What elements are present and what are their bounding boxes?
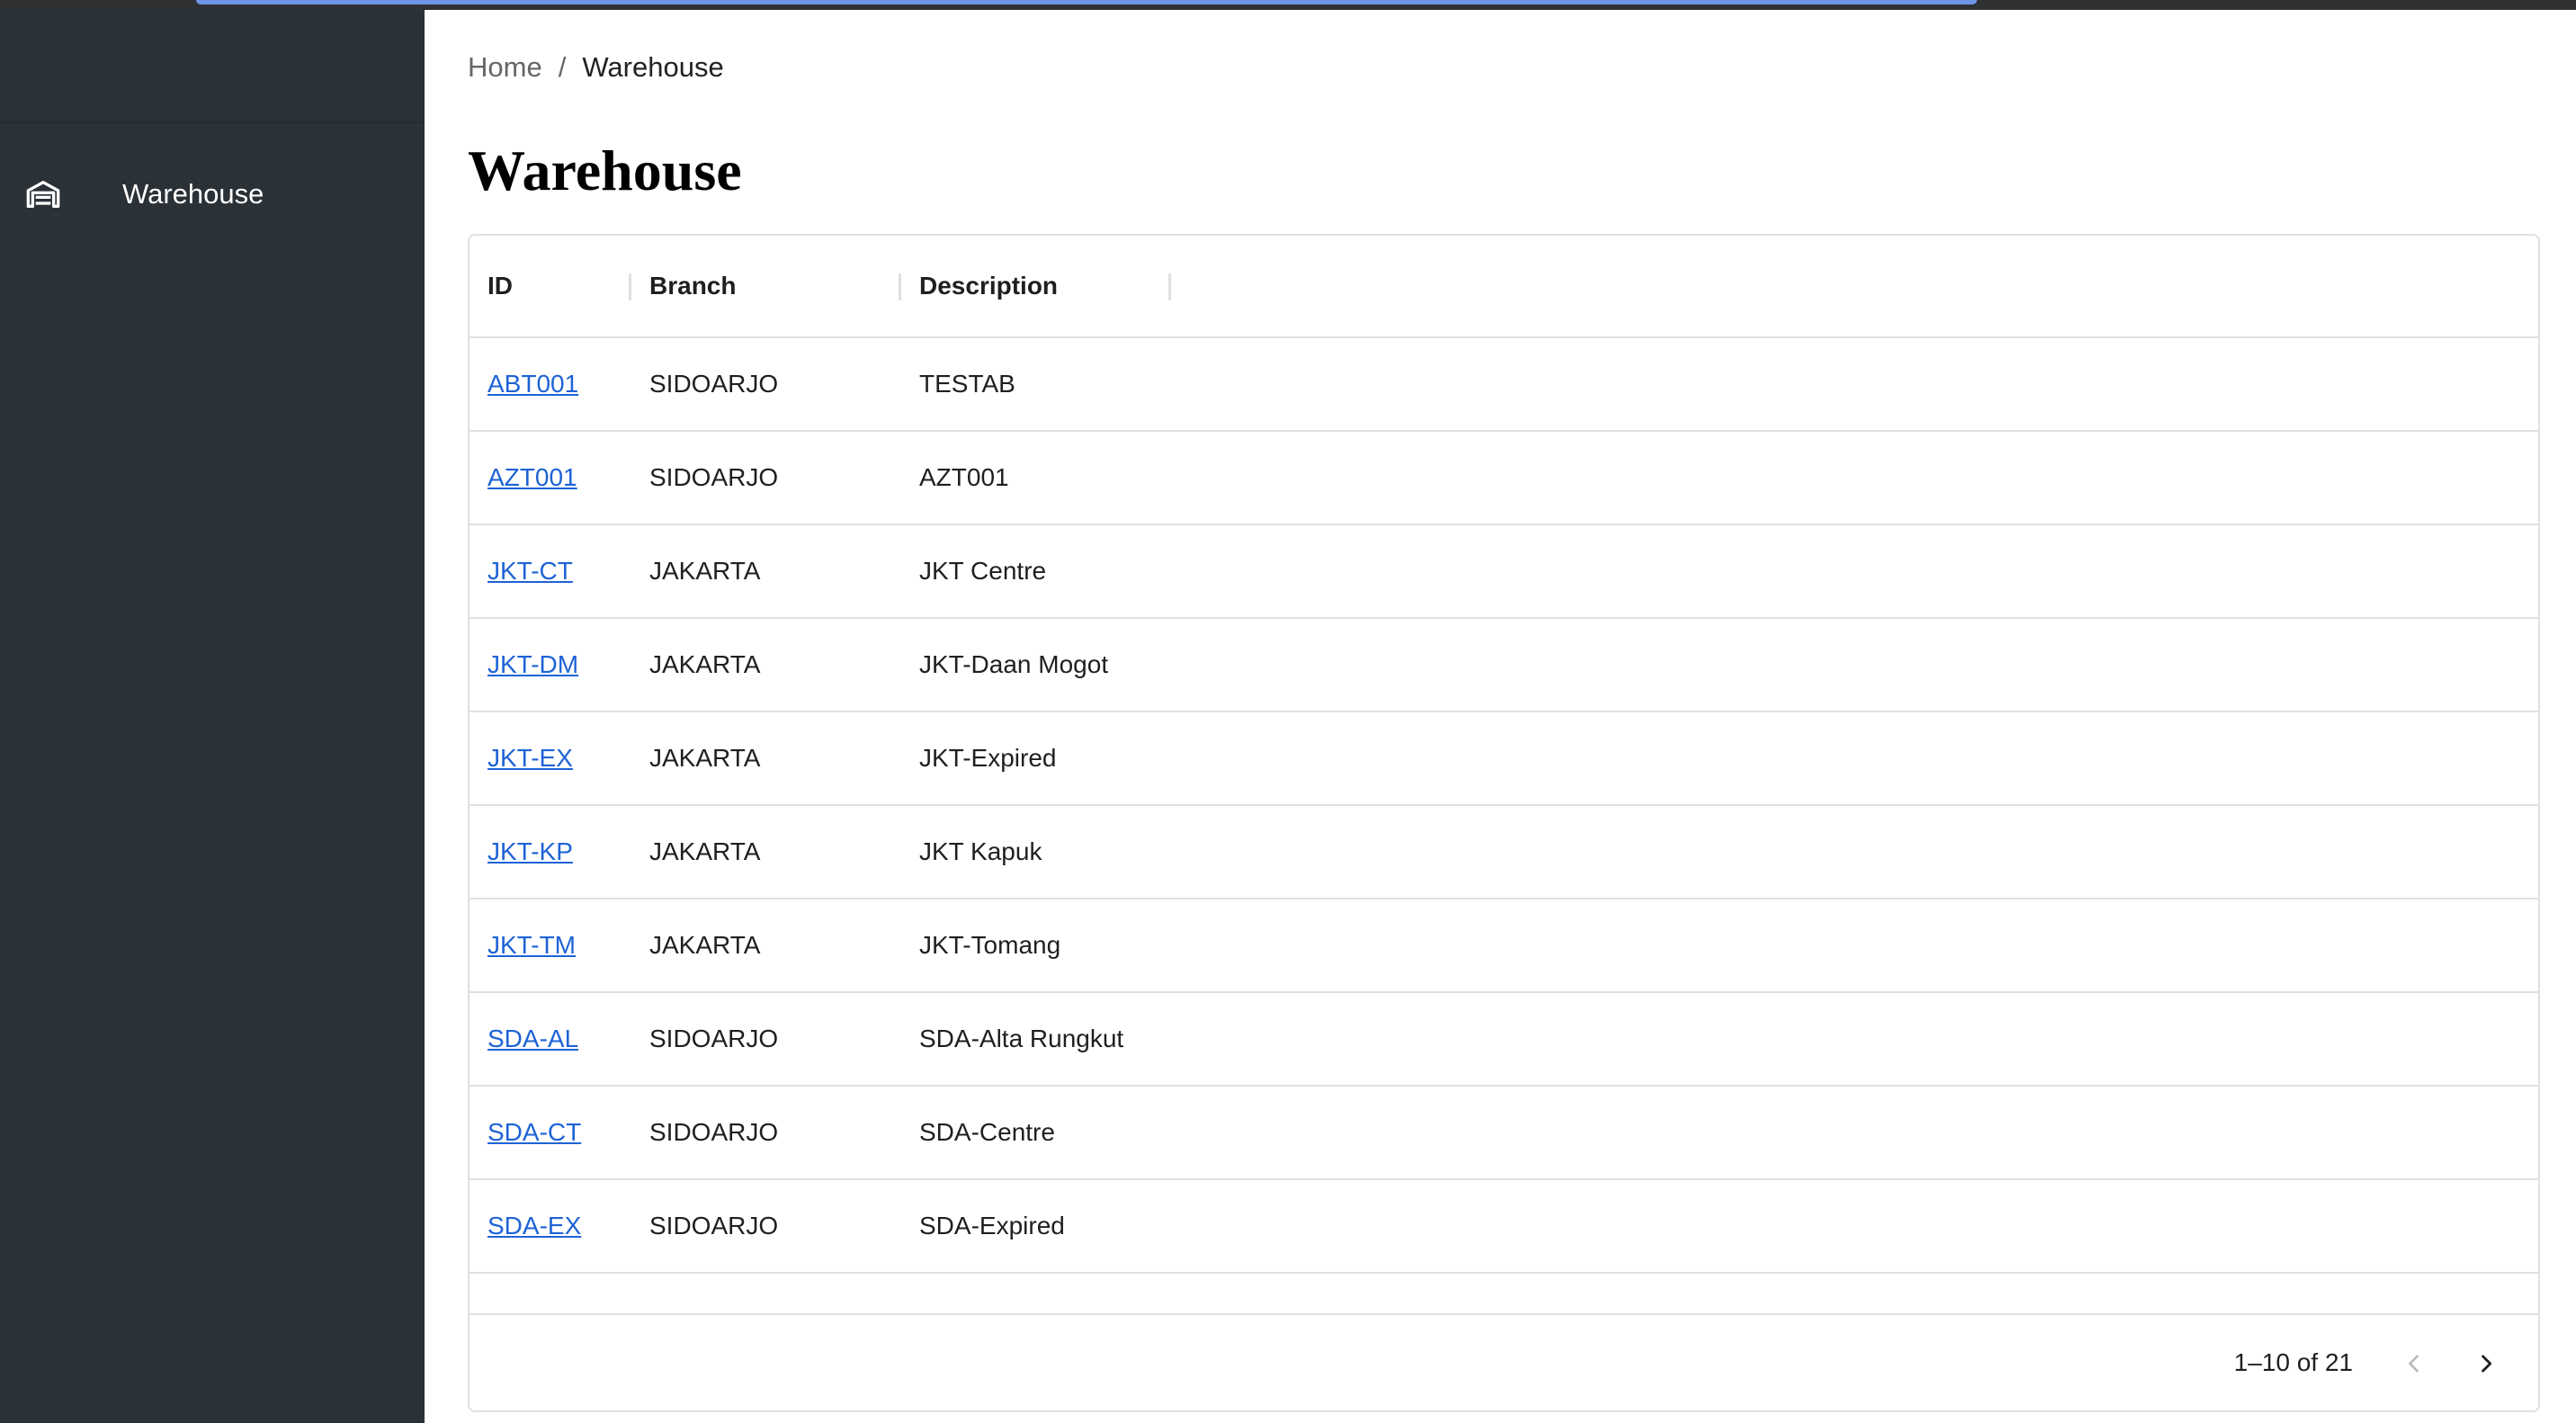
cell-id: SDA-CT bbox=[487, 1087, 581, 1178]
cell-branch: JAKARTA bbox=[649, 837, 761, 865]
warehouse-id-link[interactable]: SDA-EX bbox=[487, 1212, 581, 1240]
cell-branch: JAKARTA bbox=[649, 931, 761, 959]
table-row[interactable]: AZT001 SIDOARJO AZT001 bbox=[470, 432, 2538, 525]
sidebar-item-label: Warehouse bbox=[122, 178, 264, 210]
table-row[interactable]: SDA-EX SIDOARJO SDA-Expired bbox=[470, 1180, 2538, 1274]
table-footer: 1–10 of 21 bbox=[470, 1313, 2538, 1410]
breadcrumb: Home / Warehouse bbox=[468, 49, 724, 85]
cell-description: JKT Centre bbox=[919, 557, 1047, 585]
cell-branch: SIDOARJO bbox=[649, 463, 779, 491]
warehouse-id-link[interactable]: JKT-CT bbox=[487, 557, 573, 585]
sidebar-item-warehouse[interactable]: Warehouse bbox=[0, 160, 425, 227]
warehouse-id-link[interactable]: JKT-EX bbox=[487, 744, 573, 772]
warehouse-table: ID Branch Description ABT001 SIDOARJO TEST… bbox=[468, 234, 2540, 1412]
cell-id: JKT-EX bbox=[487, 712, 573, 804]
breadcrumb-current: Warehouse bbox=[582, 51, 724, 83]
next-page-button[interactable] bbox=[2464, 1342, 2508, 1385]
cell-branch: SIDOARJO bbox=[649, 1212, 779, 1240]
cell-branch: SIDOARJO bbox=[649, 1118, 779, 1146]
main-content: Home / Warehouse Warehouse ID Branch Descr… bbox=[425, 10, 2576, 1423]
warehouse-id-link[interactable]: AZT001 bbox=[487, 463, 577, 491]
cell-id: JKT-DM bbox=[487, 619, 578, 711]
previous-page-button[interactable] bbox=[2393, 1342, 2436, 1385]
pagination-range: 1–10 of 21 bbox=[2233, 1348, 2353, 1376]
table-row[interactable]: JKT-DM JAKARTA JKT-Daan Mogot bbox=[470, 619, 2538, 712]
column-header-id[interactable]: ID bbox=[487, 236, 513, 336]
cell-description: SDA-Alta Rungkut bbox=[919, 1025, 1124, 1052]
cell-id: AZT001 bbox=[487, 432, 577, 524]
table-row[interactable]: SDA-AL SIDOARJO SDA-Alta Rungkut bbox=[470, 993, 2538, 1087]
cell-description: JKT-Tomang bbox=[919, 931, 1061, 959]
cell-branch: SIDOARJO bbox=[649, 370, 779, 398]
chevron-left-icon bbox=[2409, 1355, 2419, 1373]
cell-id: SDA-AL bbox=[487, 993, 578, 1085]
table-row[interactable]: SDA-CT SIDOARJO SDA-Centre bbox=[470, 1087, 2538, 1180]
cell-id: JKT-TM bbox=[487, 899, 576, 991]
column-header-branch[interactable]: Branch bbox=[649, 236, 736, 336]
warehouse-id-link[interactable]: JKT-KP bbox=[487, 837, 573, 865]
warehouse-icon bbox=[25, 176, 61, 212]
cell-branch: JAKARTA bbox=[649, 744, 761, 772]
browser-top-bar bbox=[0, 0, 2576, 10]
cell-branch: JAKARTA bbox=[649, 557, 761, 585]
warehouse-id-link[interactable]: ABT001 bbox=[487, 370, 578, 398]
cell-description: AZT001 bbox=[919, 463, 1009, 491]
cell-branch: JAKARTA bbox=[649, 650, 761, 678]
column-header-description[interactable]: Description bbox=[919, 236, 1058, 336]
column-resize-handle[interactable] bbox=[899, 273, 901, 300]
table-row[interactable]: JKT-CT JAKARTA JKT Centre bbox=[470, 525, 2538, 619]
warehouse-id-link[interactable]: JKT-TM bbox=[487, 931, 576, 959]
cell-description: JKT-Expired bbox=[919, 744, 1057, 772]
breadcrumb-separator: / bbox=[558, 51, 567, 83]
cell-description: JKT-Daan Mogot bbox=[919, 650, 1109, 678]
loading-progress-bar bbox=[196, 0, 1977, 4]
breadcrumb-home-link[interactable]: Home bbox=[468, 51, 542, 83]
cell-description: JKT Kapuk bbox=[919, 837, 1042, 865]
cell-description: SDA-Centre bbox=[919, 1118, 1055, 1146]
cell-description: TESTAB bbox=[919, 370, 1015, 398]
cell-id: JKT-CT bbox=[487, 525, 573, 617]
warehouse-id-link[interactable]: SDA-AL bbox=[487, 1025, 578, 1052]
cell-id: JKT-KP bbox=[487, 806, 573, 898]
table-row[interactable]: ABT001 SIDOARJO TESTAB bbox=[470, 338, 2538, 432]
sidebar-header bbox=[0, 10, 425, 123]
cell-branch: SIDOARJO bbox=[649, 1025, 779, 1052]
cell-id: ABT001 bbox=[487, 338, 578, 430]
table-row[interactable]: JKT-EX JAKARTA JKT-Expired bbox=[470, 712, 2538, 806]
table-row[interactable]: JKT-TM JAKARTA JKT-Tomang bbox=[470, 899, 2538, 993]
page-title: Warehouse bbox=[468, 139, 742, 202]
column-resize-handle[interactable] bbox=[629, 273, 631, 300]
table-row[interactable]: JKT-KP JAKARTA JKT Kapuk bbox=[470, 806, 2538, 899]
warehouse-id-link[interactable]: JKT-DM bbox=[487, 650, 578, 678]
cell-description: SDA-Expired bbox=[919, 1212, 1065, 1240]
warehouse-id-link[interactable]: SDA-CT bbox=[487, 1118, 581, 1146]
sidebar: Warehouse bbox=[0, 10, 425, 1423]
chevron-right-icon bbox=[2482, 1355, 2492, 1373]
column-resize-handle[interactable] bbox=[1168, 273, 1171, 300]
table-header: ID Branch Description bbox=[470, 236, 2538, 338]
cell-id: SDA-EX bbox=[487, 1180, 581, 1272]
